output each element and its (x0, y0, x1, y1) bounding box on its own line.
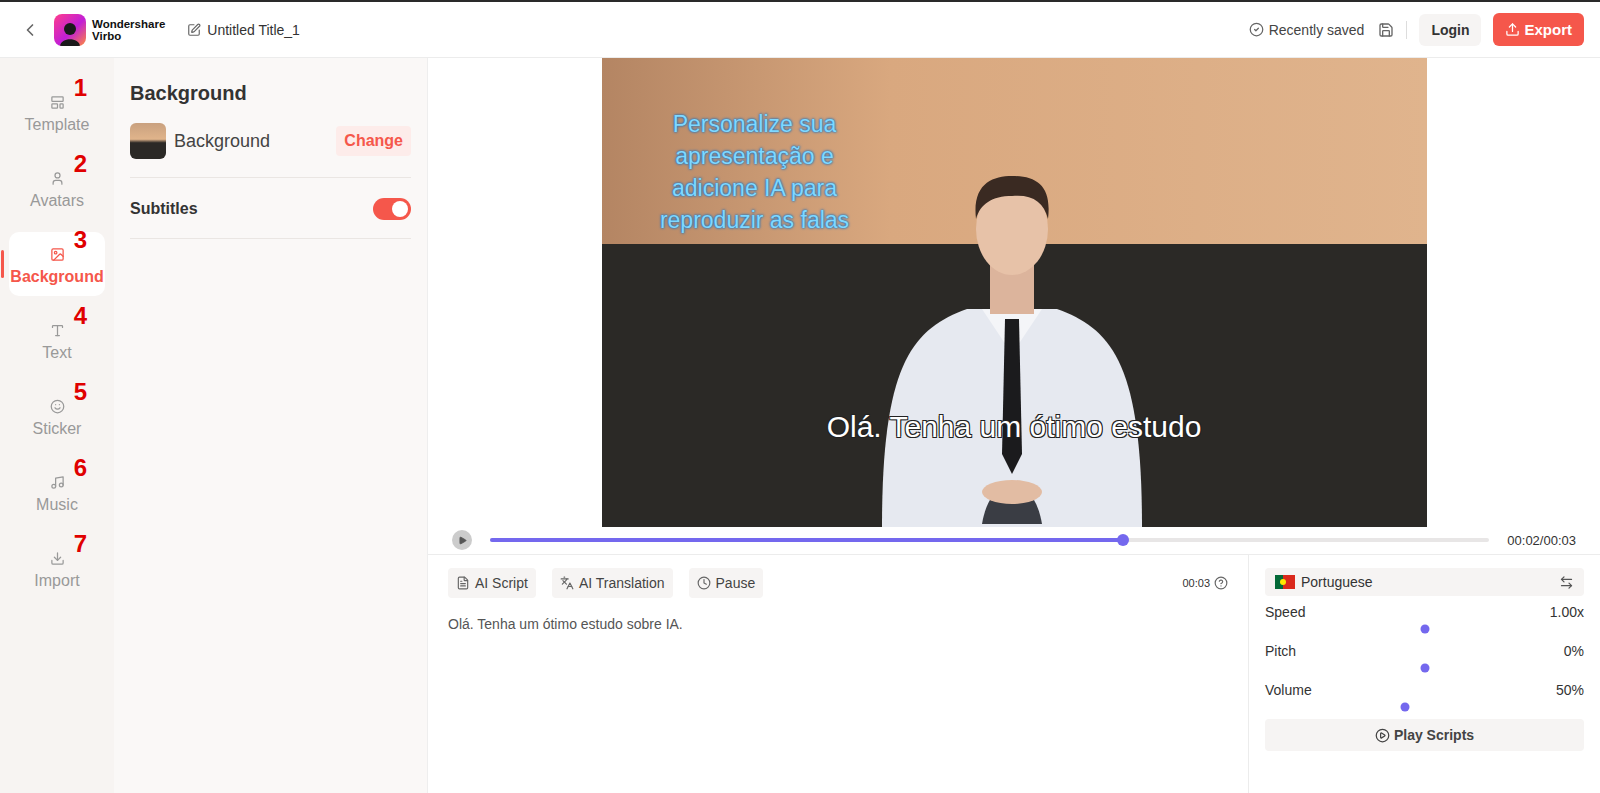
play-icon (1375, 728, 1390, 743)
save-status: Recently saved (1249, 22, 1365, 38)
upload-icon (1505, 22, 1520, 37)
bottom-panel: AI Script AI Translation Pause 00:03 Olá. Te… (428, 554, 1600, 793)
annotation-number: 7 (74, 530, 87, 558)
voice-slider: Pitch0% (1265, 643, 1584, 668)
annotation-number: 2 (74, 150, 87, 178)
avatars-icon (50, 171, 65, 186)
portugal-flag-icon (1275, 575, 1295, 589)
canvas-headline[interactable]: Personalize sua apresentação e adicione … (644, 108, 866, 236)
sidebar-item[interactable]: 6Music (9, 460, 105, 524)
script-duration: 00:03 (1182, 576, 1228, 590)
sidebar-item[interactable]: 3Background (9, 232, 105, 296)
swap-icon[interactable] (1559, 575, 1574, 590)
background-thumbnail[interactable] (130, 123, 166, 159)
edit-icon[interactable] (187, 23, 201, 37)
export-button[interactable]: Export (1493, 13, 1584, 46)
progress-bar[interactable] (490, 538, 1489, 542)
sticker-icon (50, 399, 65, 414)
brand-name: WondershareVirbo (92, 18, 165, 42)
play-scripts-button[interactable]: Play Scripts (1265, 719, 1584, 751)
main-area: Personalize sua apresentação e adicione … (428, 58, 1600, 793)
sidebar-item[interactable]: 5Sticker (9, 384, 105, 448)
sidebar-item[interactable]: 1Template (9, 80, 105, 144)
editor-page: WondershareVirbo Untitled Title_1 Recently… (0, 0, 1600, 793)
time-readout: 00:02/00:03 (1507, 533, 1576, 548)
logo-icon (54, 14, 86, 46)
slider-thumb[interactable] (1117, 534, 1129, 546)
background-panel: Background Background Change Subtitles (114, 58, 428, 793)
timeline: 00:02/00:03 (428, 527, 1600, 553)
sidebar: 1Template 2Avatars 3Background 4Text 5Sticke… (0, 58, 114, 793)
change-button[interactable]: Change (336, 126, 411, 156)
subtitles-toggle[interactable] (373, 198, 411, 220)
divider (1406, 21, 1407, 39)
tool-button[interactable]: AI Script (448, 568, 536, 598)
play-icon (458, 536, 467, 545)
language-select[interactable]: Portuguese (1265, 568, 1584, 596)
annotation-number: 3 (74, 226, 87, 254)
script-panel: AI Script AI Translation Pause 00:03 Olá. Te… (428, 555, 1249, 793)
sidebar-item[interactable]: 4Text (9, 308, 105, 372)
tool-icon (456, 576, 470, 590)
script-text[interactable]: Olá. Tenha um ótimo estudo sobre IA. (448, 616, 1228, 632)
annotation-number: 4 (74, 302, 87, 330)
import-icon (50, 551, 65, 566)
save-icon[interactable] (1378, 22, 1394, 38)
back-icon[interactable] (20, 20, 40, 40)
background-icon (50, 247, 65, 262)
annotation-number: 1 (74, 74, 87, 102)
voice-slider: Volume50% (1265, 682, 1584, 707)
tool-button[interactable]: AI Translation (552, 568, 673, 598)
tool-button[interactable]: Pause (689, 568, 764, 598)
voice-panel: Portuguese Speed1.00x Pitch0% Volume50% Play… (1249, 555, 1600, 793)
sidebar-item[interactable]: 2Avatars (9, 156, 105, 220)
login-button[interactable]: Login (1419, 14, 1481, 46)
tool-icon (697, 576, 711, 590)
slider-fill (490, 538, 1123, 542)
slider-thumb[interactable] (1401, 703, 1410, 712)
canvas-subtitle[interactable]: Olá. Tenha um ótimo estudo (602, 410, 1427, 444)
slider-thumb[interactable] (1420, 625, 1429, 634)
play-button[interactable] (452, 530, 472, 550)
preview: Personalize sua apresentação e adicione … (428, 58, 1600, 553)
voice-slider: Speed1.00x (1265, 604, 1584, 629)
avatar-figure[interactable] (872, 124, 1152, 527)
template-icon (50, 95, 65, 110)
slider-thumb[interactable] (1420, 664, 1429, 673)
script-toolbar: AI Script AI Translation Pause 00:03 (448, 568, 1228, 598)
help-icon[interactable] (1214, 576, 1228, 590)
text-icon (50, 323, 65, 338)
panel-title: Background (130, 82, 411, 105)
project-title[interactable]: Untitled Title_1 (187, 22, 300, 38)
video-canvas[interactable]: Personalize sua apresentação e adicione … (602, 58, 1427, 527)
annotation-number: 6 (74, 454, 87, 482)
background-label: Background (174, 131, 328, 152)
annotation-number: 5 (74, 378, 87, 406)
music-icon (50, 475, 65, 490)
check-icon (1249, 22, 1264, 37)
background-row: Background Change (130, 123, 411, 178)
subtitles-row: Subtitles (130, 198, 411, 239)
avatar-logo-icon (59, 20, 81, 46)
tool-icon (560, 576, 574, 590)
sidebar-item[interactable]: 7Import (9, 536, 105, 600)
top-bar: WondershareVirbo Untitled Title_1 Recently… (0, 2, 1600, 58)
